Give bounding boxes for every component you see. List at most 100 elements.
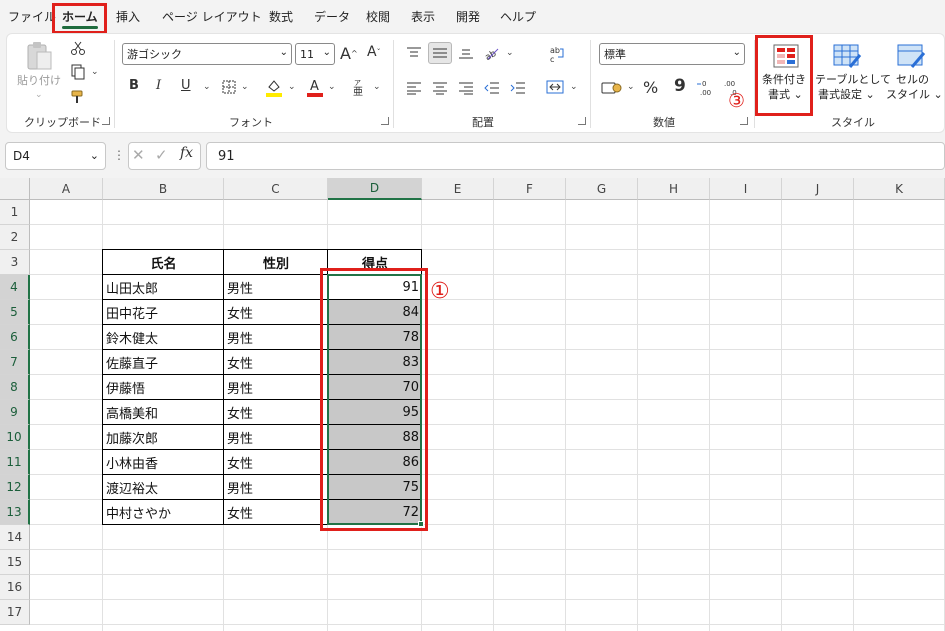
- more-options-icon[interactable]: ⋮: [113, 148, 125, 162]
- phonetic-icon[interactable]: ア亜: [350, 77, 368, 97]
- align-bottom-icon[interactable]: [457, 45, 475, 61]
- paste-dropdown-icon[interactable]: ⌄: [35, 90, 43, 100]
- column-header-a[interactable]: A: [30, 178, 103, 200]
- accounting-dropdown-icon[interactable]: ⌄: [627, 82, 635, 92]
- column-header-i[interactable]: I: [710, 178, 782, 200]
- name-cell[interactable]: 田中花子: [103, 300, 224, 325]
- gender-cell[interactable]: 男性: [224, 375, 328, 400]
- cut-icon[interactable]: [69, 39, 87, 57]
- gender-cell[interactable]: 女性: [224, 350, 328, 375]
- border-dropdown-icon[interactable]: ⌄: [241, 82, 249, 92]
- name-cell[interactable]: 鈴木健太: [103, 325, 224, 350]
- column-header-d[interactable]: D: [328, 178, 422, 200]
- column-header-e[interactable]: E: [422, 178, 494, 200]
- copy-icon[interactable]: [68, 63, 88, 81]
- name-cell[interactable]: 渡辺裕太: [103, 475, 224, 500]
- tab-page-layout[interactable]: ページ レイアウト: [162, 8, 262, 25]
- grow-font-button[interactable]: A ^: [340, 44, 358, 63]
- wrap-text-icon[interactable]: ab c: [547, 44, 567, 64]
- gender-cell[interactable]: 男性: [224, 425, 328, 450]
- increase-decimal-icon[interactable]: 0.00: [696, 78, 716, 96]
- row-header-5[interactable]: 5: [0, 300, 30, 325]
- cell-styles-icon[interactable]: [895, 42, 927, 70]
- row-header-2[interactable]: 2: [0, 225, 30, 250]
- name-cell[interactable]: 中村さやか: [103, 500, 224, 525]
- tab-data[interactable]: データ: [314, 8, 350, 25]
- name-cell[interactable]: 高橋美和: [103, 400, 224, 425]
- align-top-icon[interactable]: [405, 45, 423, 61]
- clipboard-launcher-icon[interactable]: [102, 117, 110, 125]
- copy-dropdown-icon[interactable]: ⌄: [91, 67, 99, 77]
- gender-cell[interactable]: 女性: [224, 400, 328, 425]
- align-center-icon[interactable]: [431, 80, 449, 96]
- spreadsheet-grid[interactable]: A B C D E F G H I J K 1 2 3 4 5 6 7 8 9 10 11 12 13 14 15 16 17 氏名 性別…: [0, 178, 945, 631]
- cancel-icon[interactable]: ✕: [132, 146, 145, 164]
- merge-dropdown-icon[interactable]: ⌄: [570, 82, 578, 92]
- align-right-icon[interactable]: [457, 80, 475, 96]
- formula-input[interactable]: 91: [206, 142, 945, 170]
- row-header-11[interactable]: 11: [0, 450, 30, 475]
- column-header-k[interactable]: K: [854, 178, 945, 200]
- name-cell[interactable]: 佐藤直子: [103, 350, 224, 375]
- increase-indent-icon[interactable]: [509, 80, 527, 96]
- shrink-font-button[interactable]: Aˇ: [367, 44, 381, 60]
- merge-center-icon[interactable]: [545, 78, 565, 96]
- cell-styles-label-2[interactable]: スタイル ⌄: [886, 87, 943, 102]
- enter-icon[interactable]: ✓: [155, 146, 168, 164]
- gender-cell[interactable]: 女性: [224, 500, 328, 525]
- italic-button[interactable]: I: [156, 78, 161, 93]
- font-name-select[interactable]: 游ゴシック ⌄: [122, 43, 292, 65]
- column-header-c[interactable]: C: [224, 178, 328, 200]
- insert-function-button[interactable]: fx: [180, 145, 193, 161]
- align-middle-icon[interactable]: [428, 42, 452, 64]
- header-name[interactable]: 氏名: [103, 250, 224, 275]
- format-as-table-icon[interactable]: [831, 42, 863, 70]
- tab-file[interactable]: ファイル: [8, 8, 56, 25]
- alignment-launcher-icon[interactable]: [578, 117, 586, 125]
- fill-color-dropdown-icon[interactable]: ⌄: [288, 82, 296, 92]
- row-header-8[interactable]: 8: [0, 375, 30, 400]
- column-header-g[interactable]: G: [566, 178, 638, 200]
- row-header-7[interactable]: 7: [0, 350, 30, 375]
- orientation-dropdown-icon[interactable]: ⌄: [506, 48, 514, 58]
- border-icon[interactable]: [221, 79, 237, 95]
- select-all-corner[interactable]: [0, 178, 30, 200]
- tab-insert[interactable]: 挿入: [116, 8, 140, 25]
- row-header-3[interactable]: 3: [0, 250, 30, 275]
- comma-button[interactable]: 9: [674, 76, 686, 96]
- tab-view[interactable]: 表示: [411, 8, 435, 25]
- name-cell[interactable]: 伊藤悟: [103, 375, 224, 400]
- underline-dropdown-icon[interactable]: ⌄: [203, 82, 211, 92]
- fill-color-icon[interactable]: [265, 77, 283, 97]
- format-painter-icon[interactable]: [68, 88, 88, 106]
- font-color-dropdown-icon[interactable]: ⌄: [328, 82, 336, 92]
- column-header-j[interactable]: J: [782, 178, 854, 200]
- column-header-h[interactable]: H: [638, 178, 710, 200]
- orientation-icon[interactable]: ab: [483, 44, 501, 62]
- name-cell[interactable]: 加藤次郎: [103, 425, 224, 450]
- tab-review[interactable]: 校閲: [366, 8, 390, 25]
- font-size-select[interactable]: 11 ⌄: [295, 43, 335, 65]
- row-header-10[interactable]: 10: [0, 425, 30, 450]
- cell-styles-label-1[interactable]: セルの: [896, 72, 929, 87]
- phonetic-dropdown-icon[interactable]: ⌄: [373, 82, 381, 92]
- row-header-13[interactable]: 13: [0, 500, 30, 525]
- column-header-f[interactable]: F: [494, 178, 566, 200]
- name-cell[interactable]: 小林由香: [103, 450, 224, 475]
- decrease-indent-icon[interactable]: [483, 80, 501, 96]
- header-gender[interactable]: 性別: [224, 250, 328, 275]
- row-header-9[interactable]: 9: [0, 400, 30, 425]
- gender-cell[interactable]: 男性: [224, 325, 328, 350]
- gender-cell[interactable]: 女性: [224, 450, 328, 475]
- tab-formulas[interactable]: 数式: [269, 8, 293, 25]
- row-header-12[interactable]: 12: [0, 475, 30, 500]
- row-header-15[interactable]: 15: [0, 550, 30, 575]
- tab-developer[interactable]: 開発: [456, 8, 480, 25]
- row-header-17[interactable]: 17: [0, 600, 30, 625]
- font-launcher-icon[interactable]: [381, 117, 389, 125]
- format-as-table-label-1[interactable]: テーブルとして: [815, 72, 891, 87]
- align-left-icon[interactable]: [405, 80, 423, 96]
- number-format-select[interactable]: 標準 ⌄: [599, 43, 745, 65]
- gender-cell[interactable]: 男性: [224, 475, 328, 500]
- bold-button[interactable]: B: [129, 78, 139, 93]
